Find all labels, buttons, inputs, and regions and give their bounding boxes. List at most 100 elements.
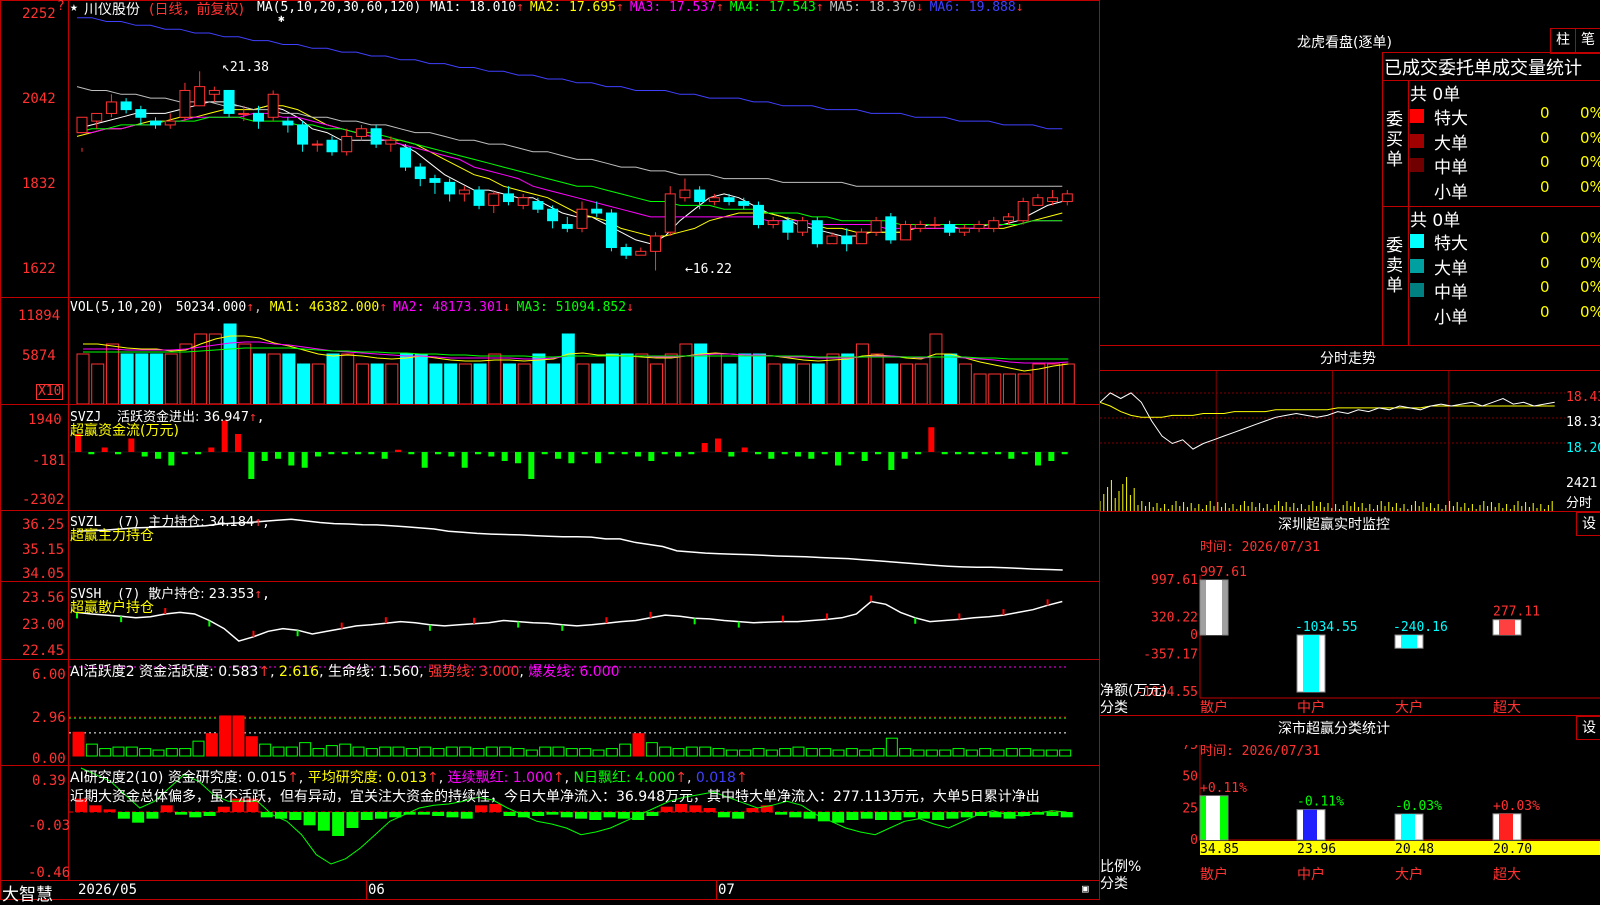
- activity-bar: [552, 746, 565, 757]
- svzj-bar: [408, 452, 415, 455]
- candle-body: [414, 166, 426, 180]
- svzj-bar: [1021, 452, 1028, 455]
- lock-icon[interactable]: ▣: [1082, 882, 1089, 895]
- activity-bar: [645, 742, 658, 757]
- line-mode-button[interactable]: 笔: [1575, 28, 1600, 54]
- svzj-bar: [221, 420, 228, 452]
- candle-body: [841, 235, 853, 245]
- activity-bar: [179, 748, 192, 757]
- volume-bar: [297, 363, 311, 404]
- svsh-subtitle: 超赢散户持仓: [70, 600, 154, 616]
- svzj-bar: [541, 452, 548, 455]
- divider: [1100, 345, 1600, 346]
- activity-bar: [325, 745, 338, 757]
- period-label[interactable]: (日线，前复权): [149, 0, 244, 19]
- category-label: 散户: [1200, 699, 1228, 715]
- fenshi-tick: 18.20: [1566, 441, 1600, 456]
- svzj-bar: [888, 452, 895, 470]
- bar-mode-button[interactable]: 柱: [1550, 28, 1576, 54]
- vol-unit-badge[interactable]: X10: [36, 384, 64, 400]
- candle-body: [694, 189, 706, 203]
- activity-bar: [819, 748, 832, 757]
- candle-body: [767, 220, 779, 226]
- longhu-tabs[interactable]: 已成交委托单成交量统计: [1384, 54, 1582, 80]
- activity-bar: [445, 746, 458, 757]
- candle-body: [826, 235, 838, 245]
- activity-bar: [419, 746, 432, 757]
- candle-body: [620, 247, 632, 256]
- svzj-tick: -181: [32, 453, 66, 469]
- net-amount-chart[interactable]: 997.61320.220-357.17-1034.55997.61散户-103…: [1100, 540, 1600, 715]
- volume-bar: [679, 343, 693, 404]
- ma-line-ma2: [76, 105, 1063, 237]
- category-label: 中户: [1297, 866, 1325, 883]
- research-bar: [689, 805, 702, 812]
- candle-body: [400, 147, 412, 168]
- ma-line-ma4: [76, 116, 1063, 225]
- ai2-tick: -0.46: [28, 865, 71, 881]
- fenshi-vol-unit: 分时: [1566, 496, 1593, 511]
- svzj-bar: [928, 427, 935, 452]
- price-chart[interactable]: [69, 0, 1099, 297]
- monitor-tick: 997.61: [1151, 573, 1198, 588]
- activity-bar: [859, 749, 872, 757]
- research-bar: [703, 808, 716, 812]
- fenshi-tick: 18.32: [1566, 415, 1600, 430]
- svzj-bar: [155, 452, 161, 459]
- svzj-bar: [661, 452, 668, 455]
- order-stat-row: 小单 0 0%: [1410, 303, 1600, 328]
- order-count: 0: [1540, 128, 1550, 147]
- activity-bar: [352, 746, 365, 757]
- net-value-label: 997.61: [1200, 565, 1247, 580]
- activity-bar: [472, 748, 485, 757]
- ai1-header: AI活跃度2 资金活跃度: 0.583↑, 2.616, 生命线: 1.560,…: [70, 664, 620, 680]
- svzj-bar: [301, 452, 308, 468]
- volume-bar: [708, 353, 722, 404]
- candle-body: [1002, 216, 1014, 222]
- date-label: 2026/05: [78, 882, 138, 898]
- svzj-bar: [1061, 452, 1068, 455]
- research-bar: [917, 812, 930, 819]
- activity-bar: [392, 746, 405, 757]
- order-stat-row: 小单 0 0%: [1410, 178, 1600, 203]
- svzl-tick: 34.05: [22, 566, 65, 582]
- volume-bar: [620, 353, 634, 404]
- classify-settings-button[interactable]: 设: [1576, 716, 1600, 740]
- candle-body: [194, 86, 206, 107]
- volume-bar: [179, 343, 193, 404]
- net-bar-core: [1401, 635, 1417, 649]
- svzj-bar: [195, 452, 201, 455]
- svzj-bar: [341, 452, 348, 455]
- ratio-chart[interactable]: 75 50 25 034.85 +0.11% 散户 23.96 -0.11% 中户 20.48 -0…: [1100, 745, 1600, 900]
- activity-bar: [379, 746, 392, 757]
- order-count: 0: [1540, 104, 1550, 122]
- monitor-settings-button[interactable]: 设: [1576, 512, 1600, 536]
- svzj-bar: [821, 452, 828, 455]
- activity-bar: [805, 748, 818, 757]
- volume-bar: [444, 363, 458, 404]
- research-bar: [775, 812, 787, 815]
- volume-bar: [91, 363, 105, 404]
- monitor-tick: 320.22: [1151, 610, 1198, 625]
- activity-bar: [285, 746, 298, 757]
- candle-body: [914, 224, 926, 229]
- activity-bar: [272, 746, 285, 757]
- svzj-bar: [328, 452, 335, 455]
- intraday-chart[interactable]: [1100, 371, 1565, 511]
- candle-body: [782, 220, 794, 233]
- volume-bar: [591, 363, 605, 404]
- brand-logo[interactable]: 大智慧: [2, 880, 53, 905]
- stock-name[interactable]: 川仪股份: [84, 0, 140, 19]
- volume-bar: [76, 353, 90, 404]
- candle-body: [297, 124, 309, 145]
- volume-bar: [929, 333, 943, 404]
- category-label: 超大: [1493, 700, 1521, 715]
- activity-bar: [259, 743, 272, 757]
- svzj-bar: [555, 452, 561, 459]
- svzj-bar: [768, 452, 775, 459]
- volume-bar: [341, 353, 355, 404]
- svzj-bar: [795, 452, 801, 457]
- volume-bar: [973, 373, 987, 404]
- volume-bar: [561, 333, 575, 404]
- candle-body: [282, 120, 294, 126]
